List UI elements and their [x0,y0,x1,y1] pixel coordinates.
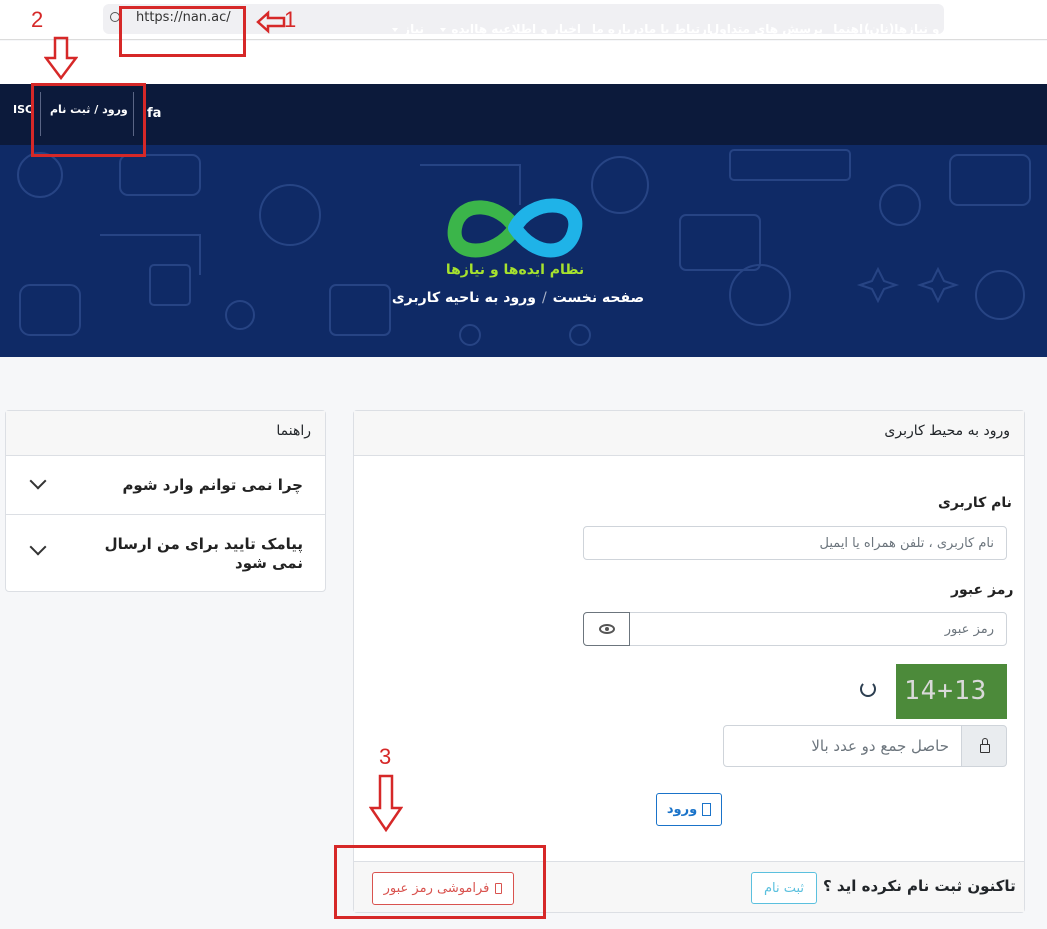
caret-down-icon [392,27,399,32]
refresh-captcha-icon[interactable] [860,681,876,697]
annotation-arrow-down-icon [369,774,403,832]
password-label: رمز عبور [951,582,1014,598]
accordion-item-cant-login[interactable]: چرا نمی توانم وارد شوم [6,457,325,515]
nav-item-need-dropdown[interactable]: نیاز [392,22,424,36]
not-registered-text: تاکنون ثبت نام نکرده اید ؟ [823,877,1016,895]
nav-item-idea-dropdown[interactable]: ایده [440,22,474,36]
captcha-image: 14+13 [896,664,1007,719]
help-card-title: راهنما [6,411,325,456]
chevron-down-icon [29,538,47,556]
annotation-number-3: 3 [379,744,392,769]
breadcrumb-separator: / [541,290,547,306]
breadcrumb: صفحه نخست / ورود به ناحیه کاربری [388,290,648,306]
caret-down-icon [440,27,447,32]
username-input[interactable]: نام کاربری ، تلفن همراه یا ایمیل [583,526,1007,560]
nav-item-about[interactable]: درباره ما [592,22,644,36]
help-card: راهنما چرا نمی توانم وارد شوم پیامک تایی… [5,410,326,592]
door-icon [702,803,712,816]
nav-item-news[interactable]: اخبار و اطلاعیه ها [474,22,581,36]
accordion-item-label: چرا نمی توانم وارد شوم [122,476,303,494]
annotation-arrow-left-icon [256,10,286,34]
language-switch[interactable]: fa [147,106,161,121]
captcha-text: 14+13 [904,676,988,706]
annotation-number-1: 1 [284,7,297,32]
nav-item-faq[interactable]: پرسش های متداول [709,22,823,36]
annotation-box-1 [119,6,246,57]
breadcrumb-current: ورود به ناحیه کاربری [391,290,536,306]
login-card: ورود به محیط کاربری [353,410,1025,913]
eye-icon [599,624,615,634]
logo-caption: نظام ایده‌ها و نیازها [445,262,585,278]
annotation-number-2: 2 [31,7,44,32]
login-card-title: ورود به محیط کاربری [354,411,1024,456]
nav-item-need-label: نیاز [403,22,424,36]
lock-icon-body [980,744,990,753]
username-label: نام کاربری [938,495,1012,511]
accordion-item-sms-not-sent[interactable]: پیامک تایید برای من ارسال نمی شود [6,516,325,592]
nav-item-idea-label: ایده [451,22,474,36]
annotation-box-2 [31,83,146,157]
accordion-item-label: پیامک تایید برای من ارسال نمی شود [104,535,303,572]
breadcrumb-home[interactable]: صفحه نخست [553,290,644,306]
chevron-down-icon [29,472,47,490]
login-submit-label: ورود [666,802,698,817]
password-input[interactable]: رمز عبور [628,612,1007,646]
nav-item-contact[interactable]: ارتباط با ما [644,22,711,36]
login-submit-button[interactable]: ورود [656,793,722,826]
nav-item-guide[interactable]: راهنما [833,22,870,36]
captcha-input[interactable]: حاصل جمع دو عدد بالا [723,725,962,767]
lock-addon [961,725,1007,767]
signup-button[interactable]: ثبت نام [751,872,817,904]
show-password-button[interactable] [583,612,630,646]
annotation-box-3 [334,845,546,919]
annotation-arrow-down-icon [44,36,78,80]
nav-item-home[interactable]: نظام ایده ها و نیازها(نان) [864,22,1017,36]
